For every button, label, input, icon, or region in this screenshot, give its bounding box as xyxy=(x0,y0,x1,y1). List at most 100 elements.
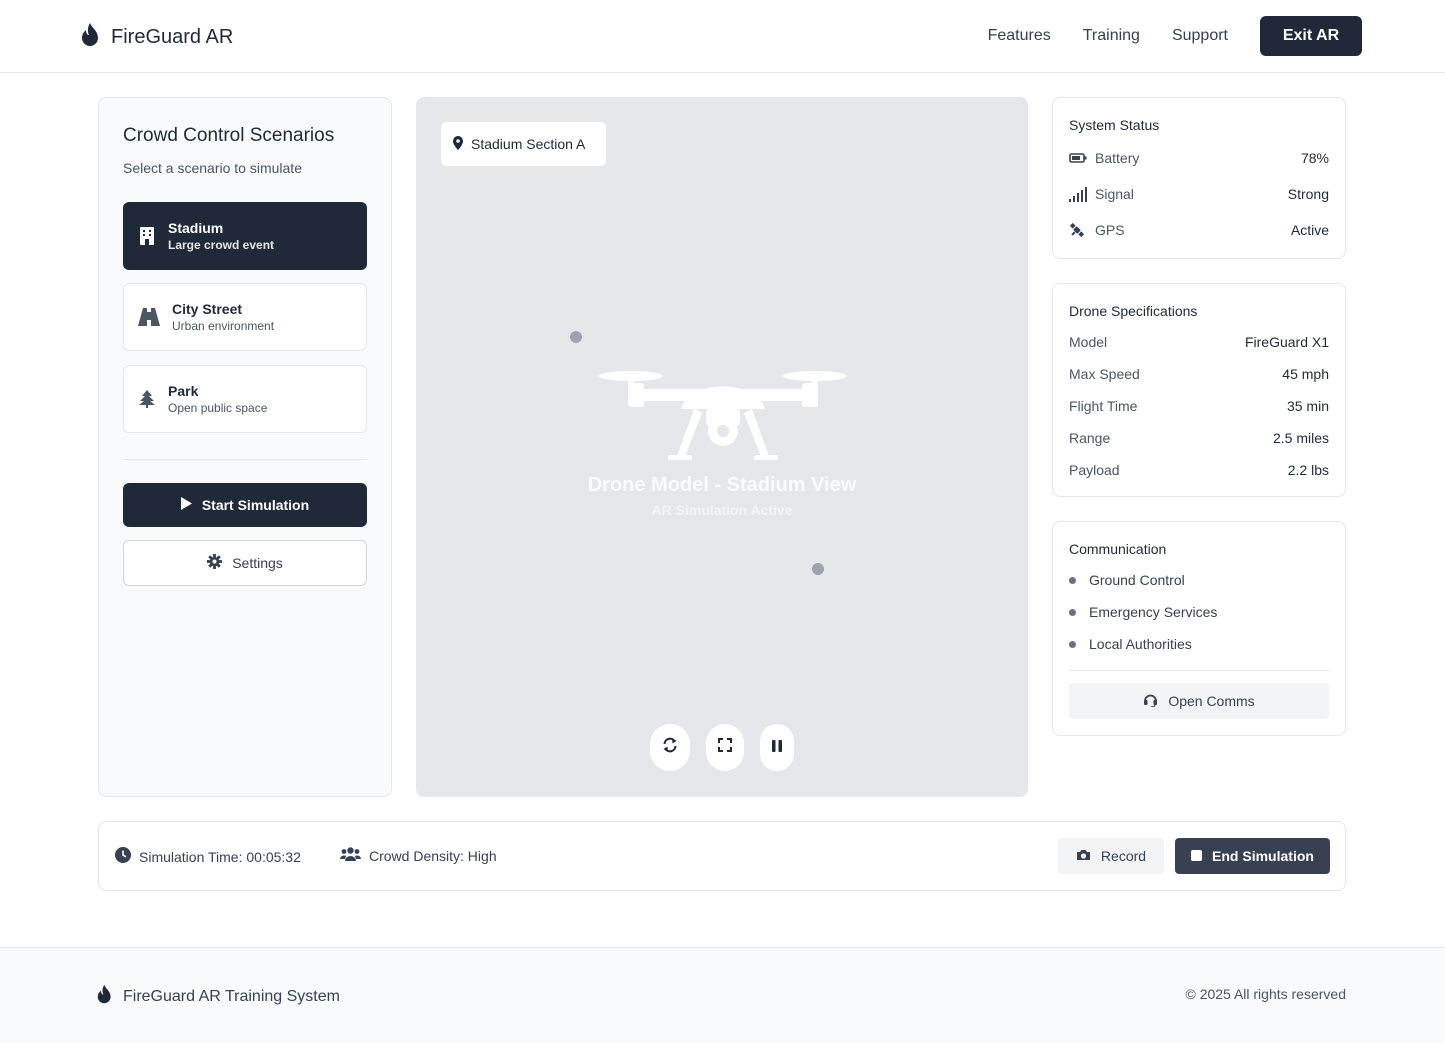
comm-item[interactable]: Local Authorities xyxy=(1069,636,1329,652)
simulation-status-bar: Simulation Time: 00:05:32 Crowd Density:… xyxy=(98,821,1346,891)
scenarios-panel: Crowd Control Scenarios Select a scenari… xyxy=(98,97,392,797)
card-title: Communication xyxy=(1069,541,1167,557)
ar-viewport[interactable]: Stadium Section A Drone Model - Stadium … xyxy=(416,97,1028,797)
location-label: Stadium Section A xyxy=(471,136,586,152)
scenario-name: Stadium xyxy=(168,220,224,236)
nav-training[interactable]: Training xyxy=(1083,16,1140,56)
scenario-city-street[interactable]: City Street Urban environment xyxy=(123,283,367,351)
status-dot xyxy=(1069,608,1076,616)
spec-value: 35 min xyxy=(1286,398,1329,414)
spec-row: Model FireGuard X1 xyxy=(1069,334,1329,350)
gear-icon xyxy=(207,554,223,572)
scenario-desc: Large crowd event xyxy=(168,238,275,252)
settings-label: Settings xyxy=(232,555,283,571)
sync-icon xyxy=(662,737,678,758)
status-row-gps: GPS Active xyxy=(1069,222,1329,238)
location-chip: Stadium Section A xyxy=(441,122,606,166)
end-simulation-button[interactable]: End Simulation xyxy=(1175,838,1330,874)
comm-item[interactable]: Emergency Services xyxy=(1069,604,1329,620)
flame-icon xyxy=(97,984,113,1010)
signal-icon xyxy=(1069,186,1087,202)
scenario-desc: Urban environment xyxy=(172,319,275,333)
fullscreen-button[interactable] xyxy=(706,724,744,771)
scenario-name: Park xyxy=(168,383,199,399)
scenario-desc: Open public space xyxy=(168,401,268,415)
crowd-density-label: Crowd Density: High xyxy=(369,848,497,864)
road-icon xyxy=(138,308,160,326)
spec-row: Flight Time 35 min xyxy=(1069,398,1329,414)
status-row-signal: Signal Strong xyxy=(1069,186,1329,202)
settings-button[interactable]: Settings xyxy=(123,540,367,586)
users-icon xyxy=(340,847,361,865)
status-value: 78% xyxy=(1300,150,1329,166)
divider xyxy=(1069,670,1329,671)
crowd-marker[interactable] xyxy=(812,563,824,575)
crowd-density: Crowd Density: High xyxy=(340,847,497,865)
system-status-card: System Status Battery 78% Signal Strong … xyxy=(1052,97,1346,259)
brand[interactable]: FireGuard AR xyxy=(81,22,233,53)
nav-features[interactable]: Features xyxy=(988,16,1051,56)
copyright: © 2025 All rights reserved xyxy=(1185,986,1346,1002)
spec-value: FireGuard X1 xyxy=(1244,334,1329,350)
comm-label: Emergency Services xyxy=(1089,604,1218,620)
open-comms-button[interactable]: Open Comms xyxy=(1069,683,1329,719)
play-icon xyxy=(180,497,192,513)
headset-icon xyxy=(1143,693,1158,710)
status-label: Signal xyxy=(1095,186,1134,202)
nav-support[interactable]: Support xyxy=(1172,16,1228,56)
card-title: System Status xyxy=(1069,117,1160,133)
divider xyxy=(123,459,367,460)
panel-title: Crowd Control Scenarios xyxy=(123,125,335,146)
communication-card: Communication Ground Control Emergency S… xyxy=(1052,521,1346,736)
pause-button[interactable] xyxy=(760,724,794,771)
spec-label: Max Speed xyxy=(1069,366,1140,382)
stop-icon xyxy=(1191,848,1203,864)
end-simulation-label: End Simulation xyxy=(1212,848,1314,864)
status-value: Active xyxy=(1290,222,1329,238)
building-icon xyxy=(138,227,156,245)
rotate-button[interactable] xyxy=(650,724,690,771)
spec-label: Payload xyxy=(1069,462,1120,478)
scenario-park[interactable]: Park Open public space xyxy=(123,365,367,433)
spec-row: Payload 2.2 lbs xyxy=(1069,462,1329,478)
top-header: FireGuard AR Features Training Support E… xyxy=(0,0,1445,73)
open-comms-label: Open Comms xyxy=(1168,693,1255,709)
footer-brand-name: FireGuard AR Training System xyxy=(123,988,340,1005)
status-dot xyxy=(1069,640,1076,648)
map-pin-icon xyxy=(453,135,463,153)
tree-icon xyxy=(138,390,156,408)
simulation-time: Simulation Time: 00:05:32 xyxy=(115,847,301,866)
comm-label: Local Authorities xyxy=(1089,636,1192,652)
satellite-icon xyxy=(1069,222,1087,238)
spec-value: 45 mph xyxy=(1282,366,1329,382)
crowd-marker[interactable] xyxy=(570,331,582,343)
record-button[interactable]: Record xyxy=(1058,838,1164,874)
comm-label: Ground Control xyxy=(1089,572,1185,588)
footer-brand: FireGuard AR Training System xyxy=(97,984,340,1010)
start-simulation-button[interactable]: Start Simulation xyxy=(123,483,367,527)
drone-icon xyxy=(598,369,848,466)
main-nav: Features Training Support Exit AR xyxy=(988,16,1362,56)
pause-icon xyxy=(772,739,782,757)
footer: FireGuard AR Training System © 2025 All … xyxy=(0,947,1445,1043)
expand-icon xyxy=(718,738,732,757)
start-simulation-label: Start Simulation xyxy=(201,497,310,513)
spec-label: Model xyxy=(1069,334,1108,350)
card-title: Drone Specifications xyxy=(1069,303,1198,319)
scenario-name: City Street xyxy=(172,301,243,317)
comm-item[interactable]: Ground Control xyxy=(1069,572,1329,588)
spec-label: Range xyxy=(1069,430,1111,446)
clock-icon xyxy=(115,847,131,866)
status-dot xyxy=(1069,576,1076,584)
status-row-battery: Battery 78% xyxy=(1069,150,1329,166)
scenario-stadium[interactable]: Stadium Large crowd event xyxy=(123,202,367,270)
viewport-subtitle: AR Simulation Active xyxy=(651,502,793,518)
drone-specs-card: Drone Specifications Model FireGuard X1 M… xyxy=(1052,283,1346,497)
status-label: GPS xyxy=(1095,222,1125,238)
flame-icon xyxy=(81,22,101,53)
camera-icon xyxy=(1076,848,1091,864)
status-label: Battery xyxy=(1095,150,1140,166)
exit-ar-button[interactable]: Exit AR xyxy=(1260,16,1362,56)
status-value: Strong xyxy=(1287,186,1329,202)
panel-subtitle: Select a scenario to simulate xyxy=(123,160,302,176)
